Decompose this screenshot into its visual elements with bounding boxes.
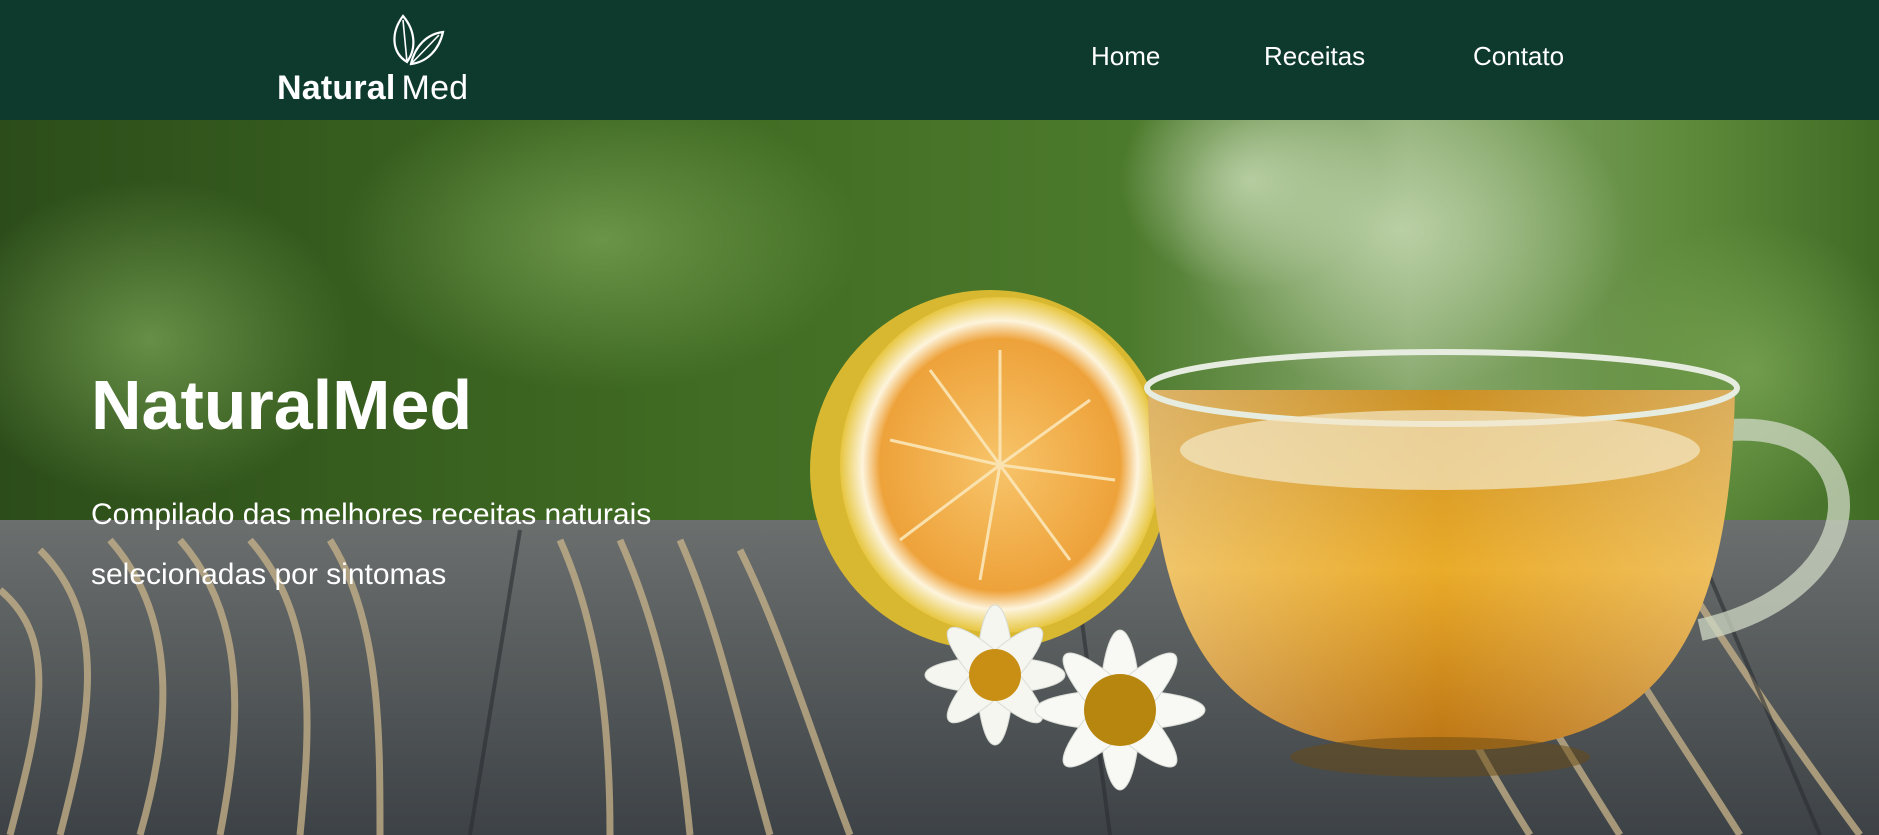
hero-subtitle: Compilado das melhores receitas naturais…: [91, 498, 652, 591]
nav-link-home[interactable]: Home: [1091, 38, 1160, 74]
hero-title: NaturalMed: [91, 366, 473, 444]
nav-link-receitas[interactable]: Receitas: [1264, 38, 1365, 74]
hero-section: NaturalMed Compilado das melhores receit…: [0, 120, 1879, 835]
site-header: Natural Med Home Receitas Contato: [0, 0, 1879, 120]
hero-background-image: [0, 120, 1879, 835]
nav-link-contato[interactable]: Contato: [1473, 38, 1564, 74]
main-nav: Home Receitas Contato: [0, 38, 1879, 78]
